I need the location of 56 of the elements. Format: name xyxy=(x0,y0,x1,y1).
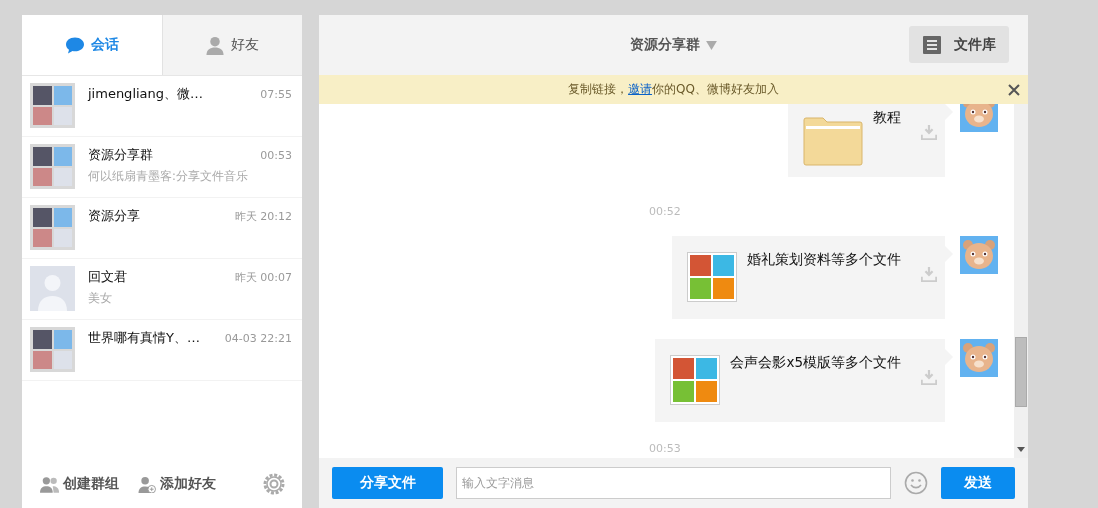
conversation-time: 00:53 xyxy=(260,149,292,162)
multiple-files-icon xyxy=(687,252,737,302)
create-group-button[interactable]: 创建群组 xyxy=(40,475,119,493)
bear-avatar xyxy=(960,104,998,132)
conversation-item[interactable]: 资源分享 昨天 20:12 xyxy=(22,198,302,259)
bear-avatar xyxy=(960,236,998,274)
message-input[interactable]: 输入文字消息 xyxy=(456,467,891,499)
people-icon xyxy=(40,475,60,493)
notice-text: 复制链接，邀请你的QQ、微博好友加入 xyxy=(568,81,779,98)
group-avatar xyxy=(30,205,75,250)
chat-title[interactable]: 资源分享群 xyxy=(630,36,717,54)
bear-avatar xyxy=(960,339,998,377)
conversation-time: 昨天 20:12 xyxy=(234,209,292,224)
conversation-time: 04-03 22:21 xyxy=(224,332,292,345)
scrollbar-thumb[interactable] xyxy=(1015,337,1027,407)
download-icon[interactable] xyxy=(921,266,937,282)
conversation-time: 07:55 xyxy=(260,88,292,101)
close-icon[interactable] xyxy=(1008,84,1020,96)
folder-icon xyxy=(803,116,863,166)
caret-icon xyxy=(706,40,717,50)
add-friend-button[interactable]: 添加好友 xyxy=(137,475,216,493)
file-name: 教程 xyxy=(873,109,901,127)
speech-bubble-icon xyxy=(64,35,85,55)
add-person-icon xyxy=(137,475,157,493)
smiley-icon[interactable] xyxy=(904,471,928,495)
message-timestamp: 00:53 xyxy=(649,442,681,455)
conversation-name: 资源分享群 xyxy=(88,146,153,164)
document-icon xyxy=(922,34,942,55)
conversation-name: 世界哪有真情Y、… xyxy=(88,329,200,347)
scroll-down-icon[interactable] xyxy=(1017,447,1025,452)
scrollbar[interactable] xyxy=(1014,104,1028,458)
download-icon[interactable] xyxy=(921,124,937,140)
download-icon[interactable] xyxy=(921,369,937,385)
file-name: 会声会影x5模版等多个文件 xyxy=(730,354,901,372)
conversation-preview: 何以纸扇青墨客:分享文件音乐 xyxy=(88,169,249,184)
multiple-files-icon xyxy=(670,355,721,405)
conversation-item[interactable]: 资源分享群 00:53 何以纸扇青墨客:分享文件音乐 xyxy=(22,137,302,198)
conversation-name: jimengliang、微… xyxy=(88,85,204,103)
group-avatar xyxy=(30,144,75,189)
invite-link[interactable]: 邀请 xyxy=(628,82,653,96)
conversation-preview: 美女 xyxy=(88,291,113,306)
conversation-time: 昨天 00:07 xyxy=(234,270,292,285)
message-timestamp: 00:52 xyxy=(649,205,681,218)
group-avatar xyxy=(30,83,75,128)
conversation-item[interactable]: jimengliang、微… 07:55 xyxy=(22,76,302,137)
conversation-name: 回文君 xyxy=(88,268,127,286)
file-name: 婚礼策划资料等多个文件 xyxy=(747,251,901,269)
group-avatar xyxy=(30,327,75,372)
file-library-button[interactable]: 文件库 xyxy=(909,26,1009,63)
sidebar-tab[interactable]: 会话 xyxy=(22,15,163,75)
conversation-item[interactable]: 回文君 昨天 00:07 美女 xyxy=(22,259,302,320)
avatar-silhouette xyxy=(30,266,75,311)
conversation-item[interactable]: 世界哪有真情Y、… 04-03 22:21 xyxy=(22,320,302,381)
settings-icon[interactable] xyxy=(262,472,286,496)
person-icon xyxy=(205,35,226,55)
conversation-name: 资源分享 xyxy=(88,207,140,225)
